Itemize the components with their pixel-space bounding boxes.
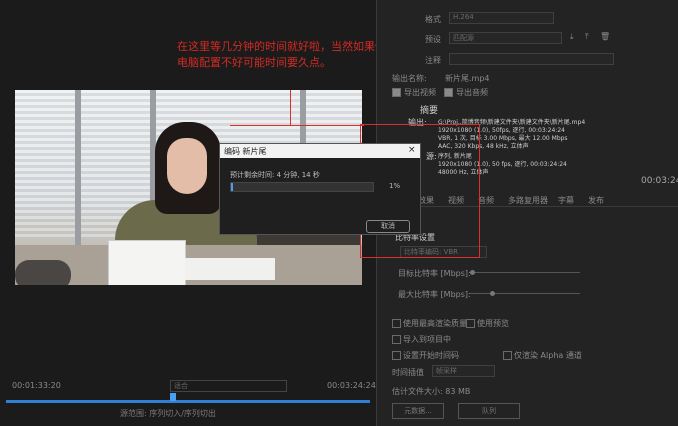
- time-interpolation-dropdown[interactable]: 帧采样: [432, 365, 495, 377]
- progress-fill: [231, 183, 233, 191]
- comment-input[interactable]: [449, 53, 614, 65]
- target-bitrate-slider[interactable]: [470, 270, 580, 275]
- max-bitrate-label: 最大比特率 [Mbps]:: [398, 290, 471, 299]
- export-audio-checkbox[interactable]: [444, 88, 453, 97]
- delete-preset-icon[interactable]: 🗑: [600, 32, 610, 41]
- slider-knob[interactable]: [470, 270, 475, 275]
- progress-percent: 1%: [389, 182, 401, 190]
- annotation-connector: [230, 125, 364, 126]
- annotation-line: 电脑配置不好可能时间要久点。: [177, 56, 331, 69]
- time-interpolation-label: 时间插值: [392, 368, 424, 377]
- tab-captions[interactable]: 字幕: [558, 195, 574, 206]
- render-alpha-checkbox[interactable]: [503, 351, 512, 360]
- import-project-checkbox[interactable]: [392, 335, 401, 344]
- preset-label: 预设: [425, 35, 441, 44]
- summary-heading: 摘要: [420, 106, 439, 116]
- export-audio-label: 导出音频: [456, 88, 488, 97]
- preset-dropdown[interactable]: 匹配源: [449, 32, 562, 44]
- fit-dropdown[interactable]: 适合: [170, 380, 287, 392]
- encoding-progress-bar: [230, 182, 374, 192]
- playhead-handle[interactable]: [170, 393, 176, 401]
- estimated-size: 估计文件大小: 83 MB: [392, 387, 471, 396]
- queue-button[interactable]: 队列: [458, 403, 520, 419]
- close-icon[interactable]: ×: [408, 145, 416, 155]
- format-label: 格式: [425, 15, 441, 24]
- comment-label: 注释: [425, 56, 441, 65]
- import-project-label: 导入到项目中: [403, 335, 451, 344]
- max-bitrate-slider[interactable]: [470, 291, 580, 296]
- source-range-label[interactable]: 源范围: 序列切入/序列切出: [120, 408, 216, 419]
- playhead-timecode[interactable]: 00:01:33:20: [12, 381, 61, 390]
- estimated-time-remaining: 预计剩余时间: 4 分钟, 14 秒: [230, 171, 320, 179]
- target-bitrate-label: 目标比特率 [Mbps]:: [398, 269, 471, 278]
- annotation-line: 在这里等几分钟的时间就好啦，当然如果你: [177, 40, 386, 53]
- tab-publish[interactable]: 发布: [588, 195, 604, 206]
- paper-sheet: [108, 240, 186, 285]
- dialog-title-bar: 编码 新片尾 ×: [220, 144, 420, 158]
- metadata-button[interactable]: 元数据...: [392, 403, 444, 419]
- save-preset-icon[interactable]: ⤓: [570, 32, 574, 42]
- tab-audio[interactable]: 音频: [478, 195, 494, 206]
- panel-timecode: 00:03:24: [641, 176, 678, 186]
- render-alpha-label: 仅渲染 Alpha 通道: [514, 351, 582, 360]
- paper-sheet: [185, 258, 275, 280]
- window-frame: [75, 90, 81, 250]
- slider-knob[interactable]: [490, 291, 495, 296]
- output-name-label: 输出名称:: [392, 74, 427, 83]
- use-preview-checkbox[interactable]: [466, 319, 475, 328]
- dialog-title: 编码 新片尾: [224, 147, 267, 156]
- use-preview-label: 使用预览: [477, 319, 509, 328]
- tutorial-annotation: 在这里等几分钟的时间就好啦，当然如果你 电脑配置不好可能时间要久点。: [177, 39, 407, 71]
- annotation-connector: [290, 90, 291, 125]
- max-render-checkbox[interactable]: [392, 319, 401, 328]
- max-render-label: 使用最高渲染质量: [403, 319, 467, 328]
- output-name-link[interactable]: 新片尾.mp4: [445, 73, 490, 84]
- start-timecode-checkbox[interactable]: [392, 351, 401, 360]
- cancel-button[interactable]: 取消: [366, 220, 410, 233]
- import-preset-icon[interactable]: ⤒: [585, 32, 589, 42]
- format-dropdown[interactable]: H.264: [449, 12, 554, 24]
- export-video-checkbox[interactable]: [392, 88, 401, 97]
- duration-timecode: 00:03:24:24: [327, 381, 376, 390]
- export-video-label: 导出视频: [404, 88, 436, 97]
- start-timecode-label: 设置开始时间码: [403, 351, 459, 360]
- encoding-dialog: 编码 新片尾 × 预计剩余时间: 4 分钟, 14 秒 1% 取消: [219, 143, 421, 235]
- microphone: [15, 260, 71, 285]
- tab-multiplexer[interactable]: 多路复用器: [508, 195, 548, 206]
- timeline-scrubber[interactable]: [6, 400, 370, 403]
- person-face: [167, 138, 207, 194]
